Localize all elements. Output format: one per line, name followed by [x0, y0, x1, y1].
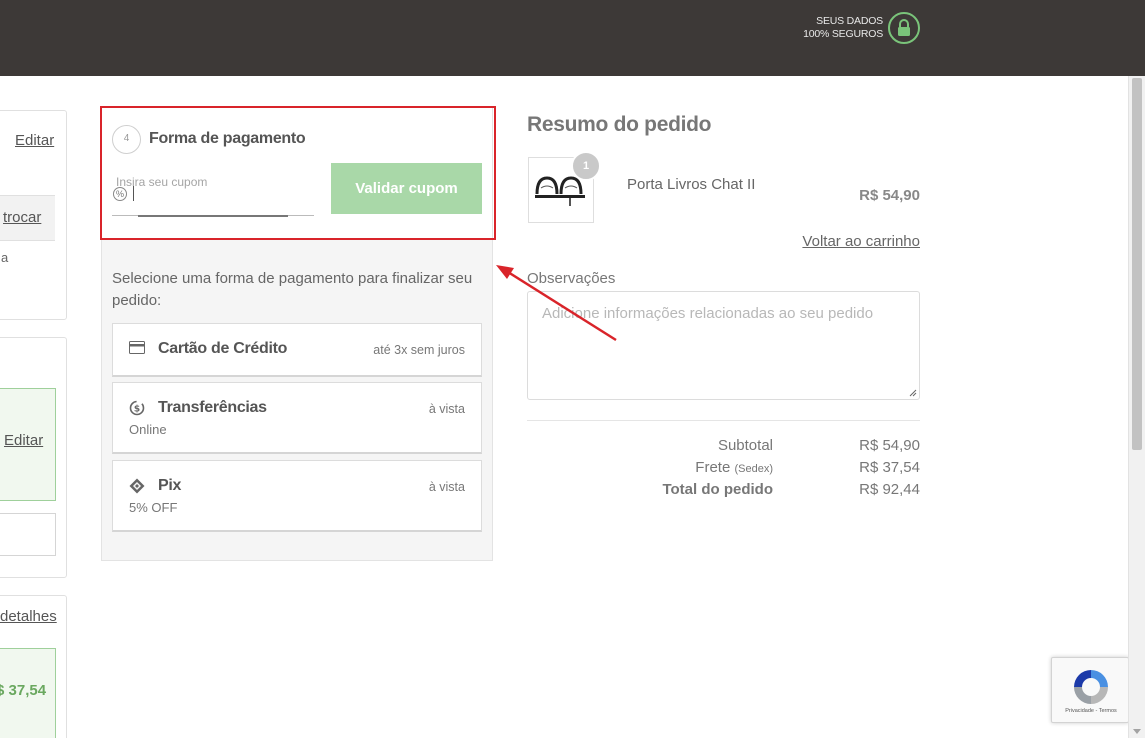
scrollbar-thumb[interactable]	[1132, 78, 1142, 450]
annotation-arrow	[496, 265, 617, 342]
recaptcha-badge[interactable]: Privacidade - Termos	[1051, 657, 1129, 723]
scroll-down-icon[interactable]	[1133, 729, 1141, 734]
recaptcha-text[interactable]: Privacidade - Termos	[1052, 708, 1130, 714]
vertical-scrollbar[interactable]	[1128, 76, 1145, 738]
recaptcha-icon	[1074, 670, 1108, 704]
